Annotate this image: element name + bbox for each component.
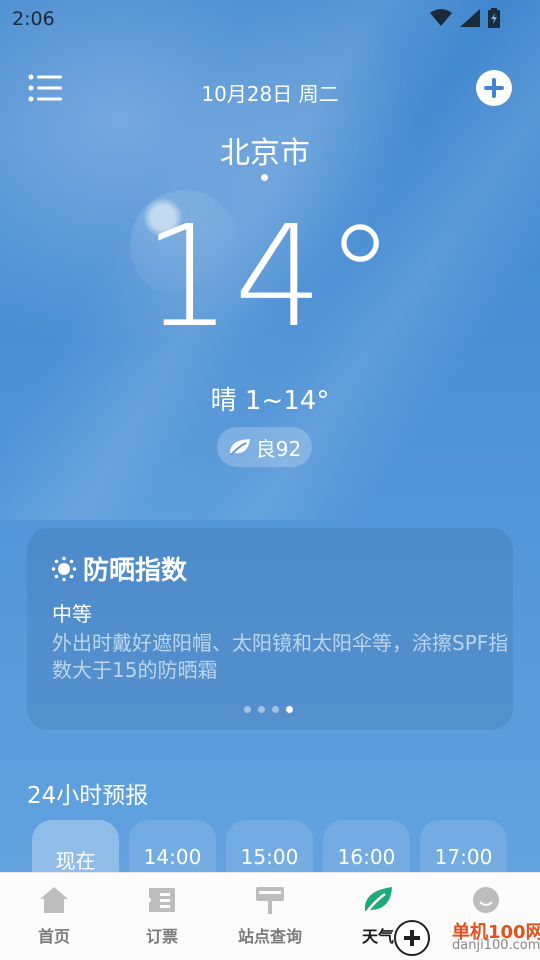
nav-item-ticket[interactable]: 订票	[108, 873, 216, 960]
add-city-button[interactable]	[476, 70, 512, 106]
watermark-logo	[394, 920, 430, 956]
pager-dot-active	[286, 706, 293, 713]
sun-icon	[51, 556, 77, 581]
bus-stop-icon	[256, 887, 284, 914]
ticket-icon	[149, 888, 175, 912]
date-label: 10月28日 周二	[201, 82, 339, 106]
weather-condition: 晴 1~14°	[210, 386, 330, 416]
leaf-aqi-icon	[229, 439, 250, 456]
city-name: 北京市	[220, 136, 310, 171]
hourly-forecast-title: 24小时预报	[27, 783, 149, 809]
leaf-icon	[364, 887, 392, 914]
card-title-text: 防晒指数	[83, 556, 188, 586]
aqi-label: 良92	[255, 436, 302, 461]
index-description: 外出时戴好遮阳帽、太阳镜和太阳伞等，涂擦SPF指数大于15的防晒霜	[52, 631, 509, 682]
current-temperature: 14°	[142, 196, 398, 359]
watermark-url: danji100.com	[452, 938, 540, 953]
nav-item-station[interactable]: 站点查询	[216, 873, 324, 960]
life-index-card[interactable]: 防晒指数 中等 外出时戴好遮阳帽、太阳镜和太阳伞等，涂擦SPF指数大于15的防晒…	[27, 528, 513, 730]
pager-dot	[272, 706, 279, 713]
signal-icon	[460, 9, 480, 27]
nav-item-home[interactable]: 首页	[0, 873, 108, 960]
site-watermark: 单机100网 danji100.com	[392, 912, 540, 958]
status-icons	[430, 8, 500, 28]
pager-dot	[258, 706, 265, 713]
battery-icon	[488, 8, 500, 28]
city-page-indicator	[261, 174, 268, 181]
smile-icon	[473, 887, 499, 913]
nav-label: 首页	[37, 927, 70, 946]
pager-dot	[244, 706, 251, 713]
home-icon	[40, 887, 68, 913]
plus-circle-icon	[484, 78, 504, 98]
wifi-icon	[430, 9, 452, 26]
index-level: 中等	[52, 602, 92, 626]
card-pager	[244, 706, 293, 713]
aqi-badge[interactable]: 良92	[217, 427, 312, 467]
nav-label: 订票	[145, 927, 178, 946]
nav-label: 站点查询	[237, 927, 302, 946]
status-time: 2:06	[12, 8, 55, 30]
plus-logo-icon	[404, 930, 420, 946]
status-bar: 2:06	[0, 0, 540, 38]
card-title: 防晒指数	[51, 550, 187, 587]
